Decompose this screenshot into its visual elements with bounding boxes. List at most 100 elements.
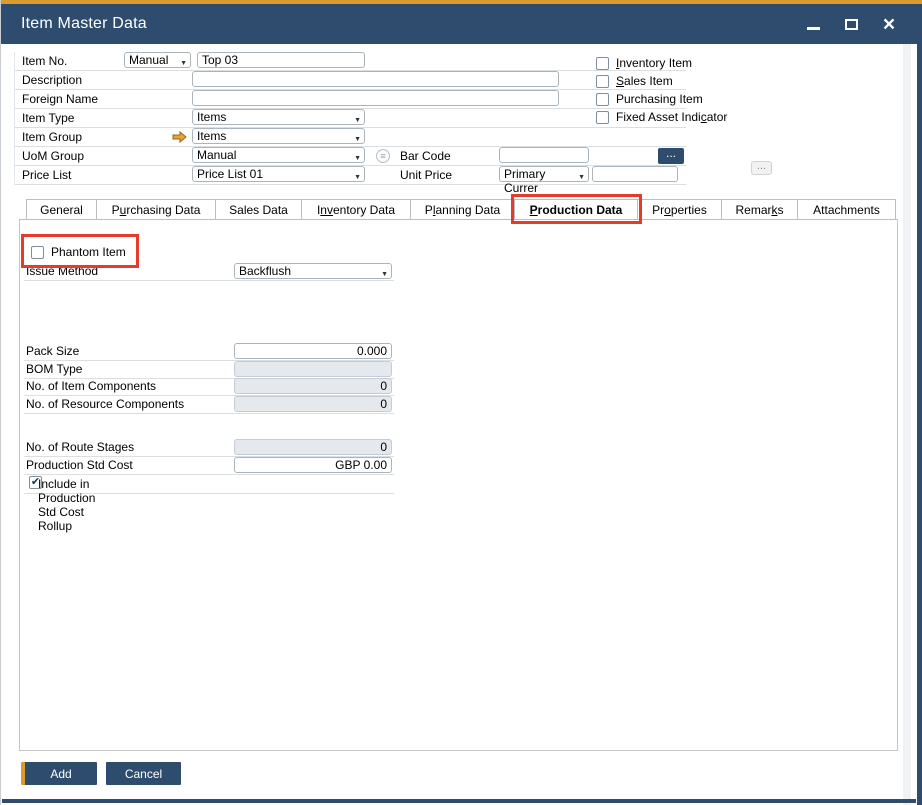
chevron-down-icon: ▼ — [354, 171, 361, 185]
pack-size-row: Pack Size 0.000 — [24, 343, 394, 361]
item-no-type-select[interactable]: Manual▼ — [124, 52, 191, 68]
unit-price-input[interactable] — [592, 166, 678, 182]
item-type-select[interactable]: Items▼ — [192, 109, 365, 125]
checkbox-box — [596, 75, 609, 88]
chevron-down-icon: ▼ — [354, 114, 361, 128]
fixed-asset-indicator-checkbox[interactable]: Fixed Asset Indicator — [596, 108, 727, 126]
rollup-label: Include in Production Std Cost Rollup — [38, 477, 95, 533]
route-stages-row: No. of Route Stages 0 — [24, 439, 394, 457]
resource-components-field: 0 — [234, 396, 392, 412]
tab-bar: General Purchasing Data Sales Data Inven… — [26, 199, 896, 220]
bom-type-row: BOM Type — [24, 361, 394, 379]
tab-attachments[interactable]: Attachments — [798, 199, 896, 220]
rollup-checkbox[interactable]: ✔ Include in Production Std Cost Rollup — [29, 476, 42, 489]
sales-item-checkbox[interactable]: Sales Item — [596, 72, 727, 90]
maximize-button[interactable] — [840, 13, 862, 35]
bar-code-input[interactable] — [499, 147, 589, 163]
pack-size-label: Pack Size — [26, 344, 79, 358]
tab-general[interactable]: General — [26, 199, 97, 220]
checkbox-box — [596, 93, 609, 106]
production-std-cost-input[interactable]: GBP 0.00 — [234, 457, 392, 473]
price-list-select[interactable]: Price List 01▼ — [192, 166, 365, 182]
tab-inventory-data[interactable]: Inventory Data — [302, 199, 411, 220]
tab-purchasing-data[interactable]: Purchasing Data — [97, 199, 216, 220]
unit-price-label: Unit Price — [400, 168, 452, 182]
chevron-down-icon: ▼ — [180, 57, 187, 71]
unit-price-currency-select[interactable]: Primary Currer▼ — [499, 166, 589, 182]
rollup-row: ✔ Include in Production Std Cost Rollup — [24, 475, 394, 494]
chevron-down-icon: ▼ — [354, 152, 361, 166]
phantom-item-checkbox[interactable]: Phantom Item — [31, 245, 126, 259]
scrollbar-track[interactable] — [903, 44, 911, 805]
foreign-name-row: Foreign Name — [15, 90, 686, 109]
titlebar[interactable]: Item Master Data × — [1, 4, 918, 44]
checkbox-box — [596, 57, 609, 70]
maximize-icon — [845, 19, 858, 30]
resource-components-row: No. of Resource Components 0 — [24, 396, 394, 414]
phantom-item-label: Phantom Item — [51, 245, 126, 259]
issue-method-label: Issue Method — [26, 264, 98, 278]
window-title: Item Master Data — [21, 15, 147, 33]
close-icon: × — [883, 14, 895, 35]
checkbox-box — [31, 246, 44, 259]
tab-planning-data[interactable]: Planning Data — [411, 199, 515, 220]
description-input[interactable] — [192, 71, 559, 87]
uom-group-label: UoM Group — [22, 149, 84, 163]
price-list-row: Price List Price List 01▼ Unit Price Pri… — [15, 166, 686, 185]
issue-method-row: Issue Method Backflush▼ — [24, 263, 394, 281]
pack-size-input[interactable]: 0.000 — [234, 343, 392, 359]
route-stages-label: No. of Route Stages — [26, 440, 134, 454]
price-list-label: Price List — [22, 168, 71, 182]
item-components-field: 0 — [234, 378, 392, 394]
resource-components-label: No. of Resource Components — [26, 397, 184, 411]
bar-code-browse-button[interactable]: ... — [658, 148, 684, 164]
item-group-select[interactable]: Items▼ — [192, 128, 365, 144]
production-std-cost-row: Production Std Cost GBP 0.00 — [24, 457, 394, 475]
chevron-down-icon: ▼ — [354, 133, 361, 147]
purchasing-item-checkbox[interactable]: Purchasing Item — [596, 90, 727, 108]
description-row: Description — [15, 71, 686, 90]
add-button[interactable]: Add — [21, 762, 97, 785]
window-bottom-border — [2, 799, 916, 803]
close-button[interactable]: × — [878, 13, 900, 35]
description-label: Description — [22, 73, 82, 87]
tab-production-data[interactable]: Production Data — [515, 199, 638, 220]
bom-type-field — [234, 361, 392, 377]
uom-group-select[interactable]: Manual▼ — [192, 147, 365, 163]
chevron-down-icon: ▼ — [578, 171, 585, 185]
bar-code-label: Bar Code — [400, 149, 451, 163]
checkbox-box — [596, 111, 609, 124]
tab-remarks[interactable]: Remarks — [722, 199, 798, 220]
tab-properties[interactable]: Properties — [638, 199, 722, 220]
item-flags: Inventory Item Sales Item Purchasing Ite… — [596, 54, 727, 126]
issue-method-select[interactable]: Backflush▼ — [234, 263, 392, 279]
foreign-name-input[interactable] — [192, 90, 559, 106]
window-controls: × — [802, 4, 900, 44]
item-group-row: Item Group Items▼ — [15, 128, 686, 147]
window-right-border — [917, 4, 922, 805]
uom-values-icon[interactable]: ≡ — [376, 149, 390, 163]
uom-group-row: UoM Group Manual▼ ≡ Bar Code ... — [15, 147, 686, 166]
item-group-label: Item Group — [22, 130, 82, 144]
tab-sales-data[interactable]: Sales Data — [216, 199, 302, 220]
minimize-button[interactable] — [802, 13, 824, 35]
cancel-button[interactable]: Cancel — [106, 762, 181, 785]
bom-type-label: BOM Type — [26, 362, 82, 376]
item-components-row: No. of Item Components 0 — [24, 378, 394, 396]
item-components-label: No. of Item Components — [26, 379, 156, 393]
foreign-name-label: Foreign Name — [22, 92, 98, 106]
minimize-icon — [807, 27, 820, 30]
item-type-row: Item Type Items▼ — [15, 109, 686, 128]
item-type-label: Item Type — [22, 111, 74, 125]
inventory-item-checkbox[interactable]: Inventory Item — [596, 54, 727, 72]
item-no-label: Item No. — [22, 54, 67, 68]
header-form: Item No. Manual▼ Top 03 Description Fore… — [14, 52, 686, 185]
route-stages-field: 0 — [234, 439, 392, 455]
item-no-row: Item No. Manual▼ Top 03 — [15, 52, 686, 71]
unit-price-browse-button[interactable]: ... — [751, 161, 772, 175]
item-no-input[interactable]: Top 03 — [197, 52, 365, 68]
window-top-accent — [1, 0, 922, 4]
chevron-down-icon: ▼ — [381, 268, 388, 282]
link-arrow-icon[interactable] — [172, 131, 187, 143]
item-master-data-window: Item Master Data × Item No. Manual▼ Top … — [0, 0, 922, 805]
